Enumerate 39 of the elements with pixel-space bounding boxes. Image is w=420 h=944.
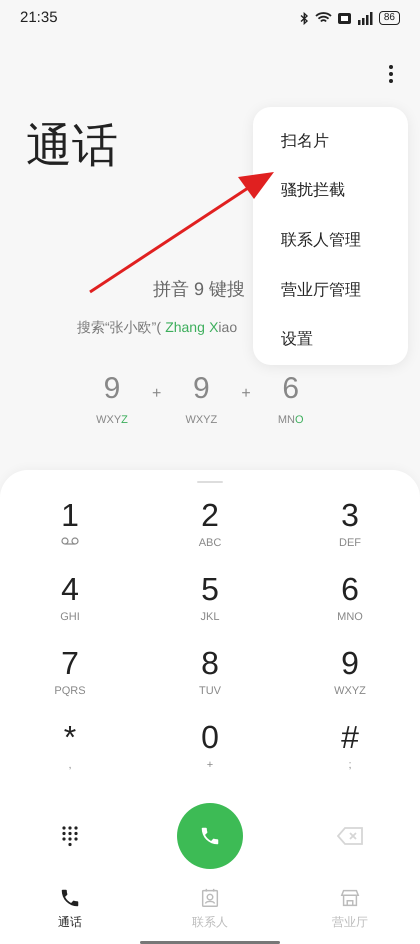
page-title: 通话: [26, 122, 118, 168]
battery-indicator: 86: [378, 11, 400, 25]
dial-key[interactable]: 8 TUV: [140, 647, 280, 722]
plus-sign: +: [241, 384, 251, 404]
bluetooth-icon: [300, 12, 309, 24]
wifi-icon: [314, 12, 332, 24]
dial-key[interactable]: 7 PQRS: [0, 647, 140, 722]
nav-tab[interactable]: 通话: [58, 887, 82, 932]
contact-card-icon: [199, 887, 221, 910]
menu-item[interactable]: 骚扰拦截: [281, 166, 345, 216]
search-example: 搜索“张小欧”( Zhang Xiao: [77, 318, 238, 337]
status-time: 21:35: [20, 8, 58, 28]
dial-key[interactable]: 6 MNO: [280, 573, 420, 648]
dial-key[interactable]: 9 WXYZ: [280, 647, 420, 722]
dial-key[interactable]: 4 GHI: [0, 573, 140, 648]
dial-key[interactable]: 0 +: [140, 721, 280, 796]
dialpad-icon[interactable]: [61, 825, 79, 848]
menu-item[interactable]: 扫名片: [281, 117, 329, 167]
example-digit: 6: [282, 374, 300, 404]
dial-key[interactable]: 3 DEF: [280, 499, 420, 574]
example-letters: WXYZ: [96, 413, 128, 428]
example-letters: MNO: [278, 413, 304, 428]
menu-item[interactable]: 联系人管理: [281, 216, 361, 266]
dial-key[interactable]: 2 ABC: [140, 499, 280, 574]
dial-key[interactable]: 1: [0, 499, 140, 574]
menu-item[interactable]: 设置: [281, 315, 313, 365]
menu-item[interactable]: 营业厅管理: [281, 266, 361, 316]
more-icon[interactable]: [388, 64, 394, 84]
example-digit: 9: [104, 374, 120, 404]
dial-key[interactable]: 5 JKL: [140, 573, 280, 648]
signal-icon: [356, 12, 373, 24]
example-letters: WXYZ: [185, 413, 218, 428]
search-hint: 拼音 9 键搜: [153, 278, 246, 301]
dial-key[interactable]: # ;: [280, 721, 420, 796]
dial-key[interactable]: * ,: [0, 721, 140, 796]
example-digit: 9: [193, 374, 210, 404]
voicemail-icon: [61, 537, 79, 546]
plus-sign: +: [152, 384, 162, 404]
drag-handle[interactable]: [197, 481, 223, 484]
